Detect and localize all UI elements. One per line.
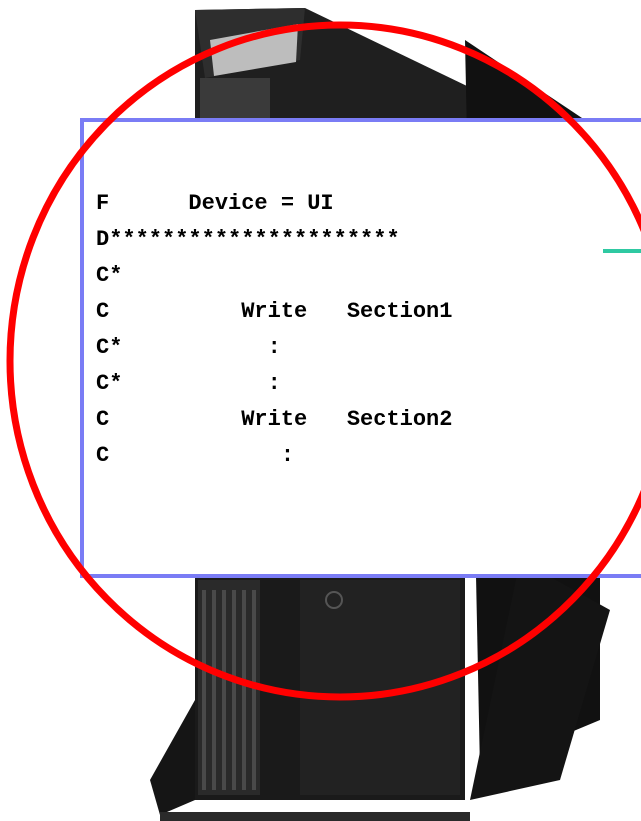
code-line-comment: C* : bbox=[96, 335, 281, 360]
code-line-comment: C* : bbox=[96, 371, 281, 396]
code-line-file-spec: F Device = UI bbox=[96, 191, 334, 216]
accent-line bbox=[603, 249, 641, 253]
code-line-comment: C* bbox=[96, 263, 123, 288]
code-line-definition: D********************** bbox=[96, 227, 400, 252]
code-line-continuation: C : bbox=[96, 443, 295, 468]
code-line-write-section2: C Write Section2 bbox=[96, 407, 453, 432]
code-line-write-section1: C Write Section1 bbox=[96, 299, 453, 324]
